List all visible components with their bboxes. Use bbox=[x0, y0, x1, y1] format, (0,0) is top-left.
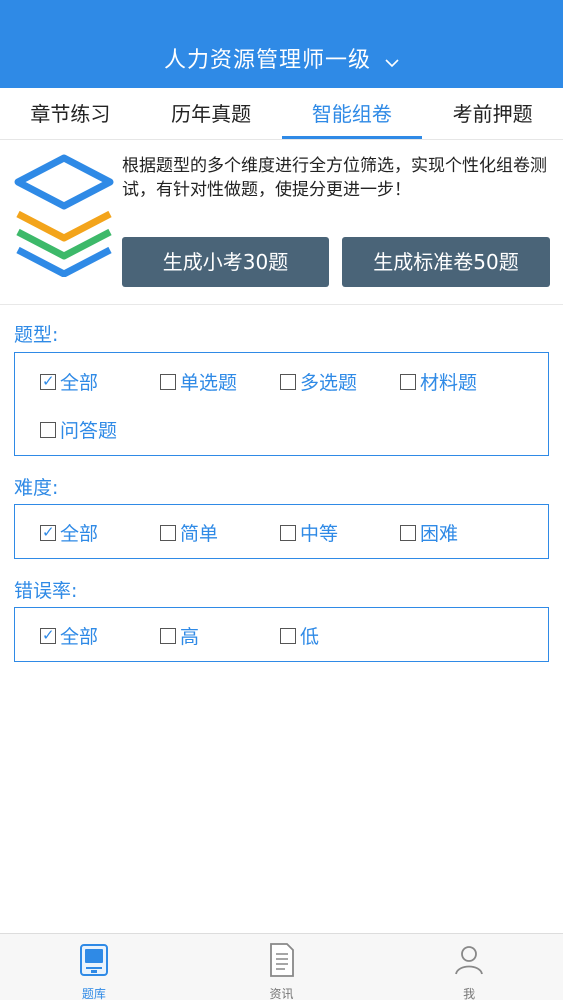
option-type-essay[interactable]: 问答题 bbox=[40, 416, 117, 443]
option-label: 简单 bbox=[180, 523, 219, 545]
checkbox-icon bbox=[400, 524, 416, 541]
profile-icon bbox=[452, 942, 486, 978]
nav-label: 资讯 bbox=[269, 987, 294, 1000]
checkbox-icon bbox=[160, 524, 176, 541]
layers-logo-icon bbox=[12, 153, 116, 278]
option-label: 全部 bbox=[60, 372, 99, 394]
option-label: 全部 bbox=[60, 626, 99, 648]
error-rate-label: 错误率: bbox=[14, 580, 78, 602]
option-type-material[interactable]: 材料题 bbox=[400, 368, 477, 395]
chevron-down-icon bbox=[385, 49, 399, 74]
nav-question-bank[interactable]: 题库 bbox=[0, 934, 188, 1000]
generate-standard-50-button[interactable]: 生成标准卷50题 bbox=[342, 237, 550, 287]
checkbox-checked-icon: ✓ bbox=[40, 522, 56, 541]
option-label: 多选题 bbox=[300, 372, 358, 394]
tab-past-exams[interactable]: 历年真题 bbox=[141, 88, 282, 139]
option-error-high[interactable]: 高 bbox=[160, 622, 199, 649]
option-label: 中等 bbox=[300, 523, 339, 545]
option-difficulty-all[interactable]: ✓ 全部 bbox=[40, 519, 98, 546]
news-document-icon bbox=[265, 942, 299, 978]
option-difficulty-hard[interactable]: 困难 bbox=[400, 519, 458, 546]
option-label: 困难 bbox=[420, 523, 459, 545]
option-difficulty-medium[interactable]: 中等 bbox=[280, 519, 338, 546]
checkbox-icon bbox=[40, 421, 56, 438]
tab-chapter-practice[interactable]: 章节练习 bbox=[0, 88, 141, 139]
nav-label: 题库 bbox=[81, 987, 106, 1000]
option-type-all[interactable]: ✓ 全部 bbox=[40, 368, 98, 395]
page-title: 人力资源管理师一级 bbox=[163, 48, 371, 73]
difficulty-label: 难度: bbox=[14, 477, 59, 499]
checkbox-icon bbox=[280, 627, 296, 644]
option-difficulty-easy[interactable]: 简单 bbox=[160, 519, 218, 546]
question-type-options: ✓ 全部 单选题 多选题 材料题 问答题 bbox=[14, 352, 549, 456]
option-label: 材料题 bbox=[420, 372, 478, 394]
checkbox-icon bbox=[160, 373, 176, 390]
checkbox-icon bbox=[400, 373, 416, 390]
checkbox-checked-icon: ✓ bbox=[40, 625, 56, 644]
generate-quiz-30-button[interactable]: 生成小考30题 bbox=[122, 237, 329, 287]
question-type-label: 题型: bbox=[14, 324, 59, 346]
nav-news[interactable]: 资讯 bbox=[188, 934, 376, 1000]
option-error-all[interactable]: ✓ 全部 bbox=[40, 622, 98, 649]
option-type-multiple[interactable]: 多选题 bbox=[280, 368, 357, 395]
error-rate-options: ✓ 全部 高 低 bbox=[14, 607, 549, 662]
tab-bar: 章节练习 历年真题 智能组卷 考前押题 bbox=[0, 88, 563, 140]
question-bank-icon bbox=[77, 942, 111, 978]
option-label: 问答题 bbox=[60, 420, 118, 442]
top-bar: 人力资源管理师一级 bbox=[0, 0, 563, 88]
checkbox-icon bbox=[280, 373, 296, 390]
tab-smart-paper[interactable]: 智能组卷 bbox=[281, 88, 423, 139]
option-label: 高 bbox=[180, 626, 200, 648]
bottom-nav: 题库 资讯 我 bbox=[0, 933, 563, 1000]
checkbox-icon bbox=[280, 524, 296, 541]
nav-profile[interactable]: 我 bbox=[375, 934, 563, 1000]
intro-description: 根据题型的多个维度进行全方位筛选，实现个性化组卷测试，有针对性做题，使提分更进一… bbox=[122, 156, 547, 200]
option-label: 低 bbox=[300, 626, 320, 648]
option-label: 单选题 bbox=[180, 372, 238, 394]
checkbox-icon bbox=[160, 627, 176, 644]
option-label: 全部 bbox=[60, 523, 99, 545]
difficulty-options: ✓ 全部 简单 中等 困难 bbox=[14, 504, 549, 559]
intro-panel: 根据题型的多个维度进行全方位筛选，实现个性化组卷测试，有针对性做题，使提分更进一… bbox=[0, 141, 563, 305]
option-type-single[interactable]: 单选题 bbox=[160, 368, 237, 395]
checkbox-checked-icon: ✓ bbox=[40, 371, 56, 390]
tab-pre-exam[interactable]: 考前押题 bbox=[422, 88, 563, 139]
option-error-low[interactable]: 低 bbox=[280, 622, 319, 649]
nav-label: 我 bbox=[463, 987, 476, 1000]
exam-selector[interactable]: 人力资源管理师一级 bbox=[0, 42, 563, 74]
